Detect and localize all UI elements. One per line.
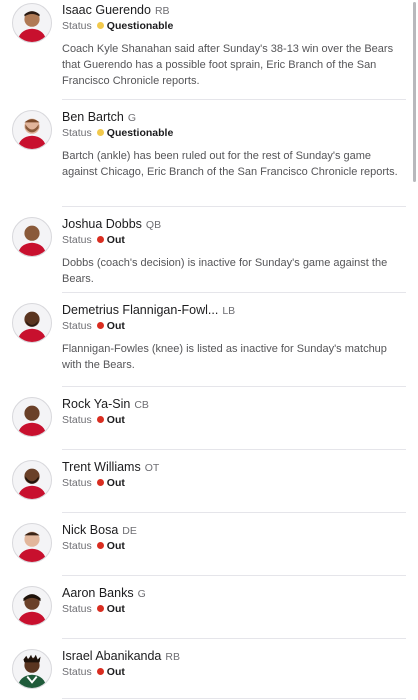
player-headshot-icon xyxy=(12,649,52,689)
player-position: QB xyxy=(145,219,162,231)
status-dot-icon xyxy=(96,479,104,486)
player-headshot-icon xyxy=(12,303,52,343)
status-dot-icon xyxy=(96,236,104,243)
player-position: RB xyxy=(165,651,180,663)
injury-note: Bartch (ankle) has been ruled out for th… xyxy=(62,150,398,178)
status-value: Out xyxy=(106,414,125,426)
injury-note: Coach Kyle Shanahan said after Sunday's … xyxy=(62,43,394,87)
player-headshot-icon xyxy=(12,110,52,150)
player-name[interactable]: Nick Bosa xyxy=(62,523,118,537)
player-position: CB xyxy=(134,399,149,411)
player-headshot-icon xyxy=(12,3,52,43)
injury-note: Dobbs (coach's decision) is inactive for… xyxy=(62,257,388,285)
status-label: Status xyxy=(62,20,92,32)
status-value: Out xyxy=(106,540,125,552)
status-value: Out xyxy=(106,477,125,489)
status-label: Status xyxy=(62,666,92,678)
status-value: Out xyxy=(106,603,125,615)
player-name[interactable]: Joshua Dobbs xyxy=(62,217,142,231)
player-name[interactable]: Demetrius Flannigan-Fowl... xyxy=(62,303,218,317)
status-dot-icon xyxy=(96,605,104,612)
player-headshot-icon xyxy=(12,586,52,626)
status-label: Status xyxy=(62,477,92,489)
player-row[interactable]: Ben Bartch G Status Questionable Bartch (a… xyxy=(0,100,418,207)
status-dot-icon xyxy=(96,322,104,329)
status-label: Status xyxy=(62,414,92,426)
player-row[interactable]: Demetrius Flannigan-Fowl... LB Status Out … xyxy=(0,293,418,387)
status-dot-icon xyxy=(96,542,104,549)
injury-note: Flannigan-Fowles (knee) is listed as ina… xyxy=(62,343,387,371)
player-name[interactable]: Israel Abanikanda xyxy=(62,649,161,663)
player-name[interactable]: Trent Williams xyxy=(62,460,141,474)
player-headshot-icon xyxy=(12,397,52,437)
status-label: Status xyxy=(62,540,92,552)
player-position: G xyxy=(127,112,137,124)
status-value: Out xyxy=(106,320,125,332)
status-label: Status xyxy=(62,320,92,332)
player-name[interactable]: Isaac Guerendo xyxy=(62,3,151,17)
status-label: Status xyxy=(62,603,92,615)
player-position: LB xyxy=(222,305,236,317)
player-position: RB xyxy=(154,5,170,17)
player-position: OT xyxy=(144,462,160,474)
status-dot-icon xyxy=(96,416,104,423)
player-position: G xyxy=(137,588,146,600)
player-position: DE xyxy=(122,525,137,537)
player-row[interactable]: Trent Williams OT Status Out xyxy=(0,450,418,513)
player-row[interactable]: Nick Bosa DE Status Out xyxy=(0,513,418,576)
status-dot-icon xyxy=(96,129,104,136)
scrollbar[interactable] xyxy=(413,2,416,182)
player-row[interactable]: Israel Abanikanda RB Status Out xyxy=(0,639,418,699)
status-value: Questionable xyxy=(106,127,174,139)
player-name[interactable]: Rock Ya-Sin xyxy=(62,397,130,411)
status-dot-icon xyxy=(96,668,104,675)
status-value: Out xyxy=(106,666,125,678)
player-row[interactable]: Joshua Dobbs QB Status Out Dobbs (coach's … xyxy=(0,207,418,293)
player-name[interactable]: Aaron Banks xyxy=(62,586,134,600)
status-value: Questionable xyxy=(106,20,174,32)
status-label: Status xyxy=(62,234,92,246)
status-label: Status xyxy=(62,127,92,139)
player-headshot-icon xyxy=(12,460,52,500)
status-value: Out xyxy=(106,234,125,246)
player-headshot-icon xyxy=(12,217,52,257)
player-row[interactable]: Aaron Banks G Status Out xyxy=(0,576,418,639)
player-headshot-icon xyxy=(12,523,52,563)
player-row[interactable]: Isaac Guerendo RB Status Questionable Coac… xyxy=(0,0,418,100)
player-row[interactable]: Rock Ya-Sin CB Status Out xyxy=(0,387,418,450)
player-name[interactable]: Ben Bartch xyxy=(62,110,124,124)
status-dot-icon xyxy=(96,22,104,29)
injury-report-list: Isaac Guerendo RB Status Questionable Coac… xyxy=(0,0,418,699)
